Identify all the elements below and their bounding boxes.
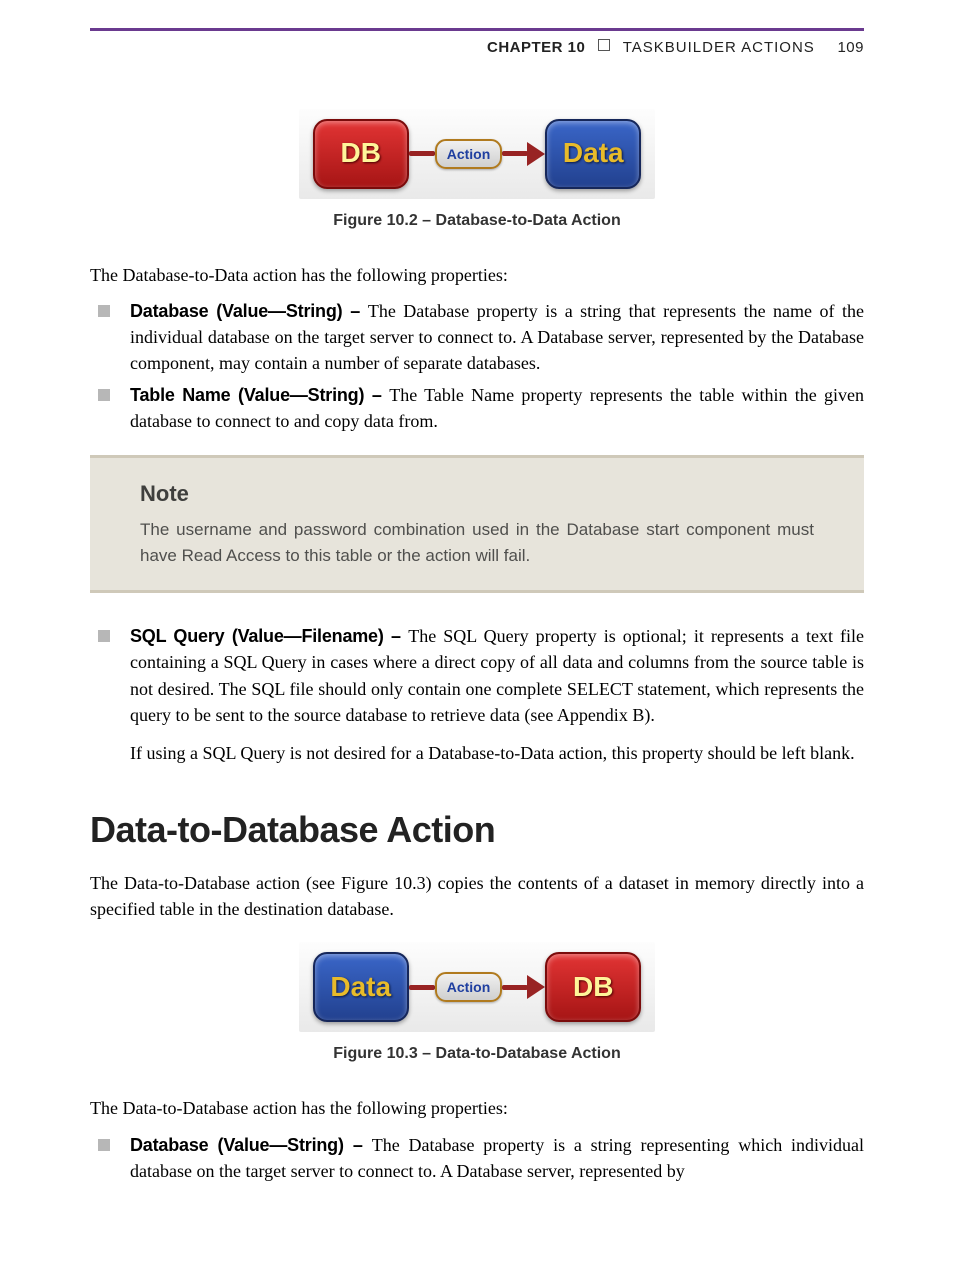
arrow-line-icon <box>502 151 528 156</box>
running-header: CHAPTER 10 TASKBUILDER ACTIONS 109 <box>90 37 864 59</box>
chapter-title: TASKBUILDER ACTIONS <box>623 39 815 56</box>
property-label: Database (Value—String) – <box>130 1135 372 1155</box>
property-label: Table Name (Value—String) – <box>130 385 389 405</box>
property-list-3: Database (Value—String) – The Database p… <box>90 1132 864 1184</box>
note-title: Note <box>140 478 814 510</box>
property-list-1: Database (Value—String) – The Database p… <box>90 298 864 434</box>
arrow-left-segment <box>409 985 435 990</box>
db-to-data-diagram: DB Action Data <box>299 109 656 199</box>
property-extra-paragraph: If using a SQL Query is not desired for … <box>130 740 864 766</box>
arrow-line-icon <box>409 985 435 990</box>
figure-10-3: Data Action DB <box>90 942 864 1032</box>
action-pill: Action <box>435 972 503 1002</box>
figure-10-2: DB Action Data <box>90 109 864 199</box>
figure-10-3-caption: Figure 10.3 – Data-to-Database Action <box>90 1042 864 1065</box>
list-item: SQL Query (Value—Filename) – The SQL Que… <box>90 623 864 765</box>
arrow-line-icon <box>502 985 528 990</box>
db-block: DB <box>545 952 641 1022</box>
property-label: Database (Value—String) – <box>130 301 368 321</box>
arrow-line-icon <box>409 151 435 156</box>
data-to-db-diagram: Data Action DB <box>299 942 656 1032</box>
arrow-head-icon <box>527 975 545 999</box>
arrow-head-icon <box>527 142 545 166</box>
list-item: Database (Value—String) – The Database p… <box>90 1132 864 1184</box>
data-block: Data <box>313 952 409 1022</box>
figure-10-2-caption: Figure 10.2 – Database-to-Data Action <box>90 209 864 232</box>
note-box: Note The username and password combinati… <box>90 455 864 594</box>
list-item: Database (Value—String) – The Database p… <box>90 298 864 376</box>
note-body: The username and password combination us… <box>140 517 814 568</box>
data-block: Data <box>545 119 641 189</box>
chapter-label: CHAPTER 10 <box>487 39 585 56</box>
action-pill: Action <box>435 139 503 169</box>
arrow-right-segment <box>502 975 545 999</box>
section-intro: The Data-to-Database action (see Figure … <box>90 870 864 922</box>
property-label: SQL Query (Value—Filename) – <box>130 626 408 646</box>
intro-paragraph-2: The Data-to-Database action has the foll… <box>90 1095 864 1121</box>
section-heading: Data-to-Database Action <box>90 804 864 856</box>
header-rule <box>90 28 864 31</box>
db-block: DB <box>313 119 409 189</box>
page: CHAPTER 10 TASKBUILDER ACTIONS 109 DB Ac… <box>0 0 954 1264</box>
list-item: Table Name (Value—String) – The Table Na… <box>90 382 864 434</box>
page-number: 109 <box>837 39 864 56</box>
property-list-2: SQL Query (Value—Filename) – The SQL Que… <box>90 623 864 765</box>
arrow-left-segment <box>409 151 435 156</box>
arrow-right-segment <box>502 142 545 166</box>
header-separator-icon <box>598 39 610 51</box>
intro-paragraph-1: The Database-to-Data action has the foll… <box>90 262 864 288</box>
